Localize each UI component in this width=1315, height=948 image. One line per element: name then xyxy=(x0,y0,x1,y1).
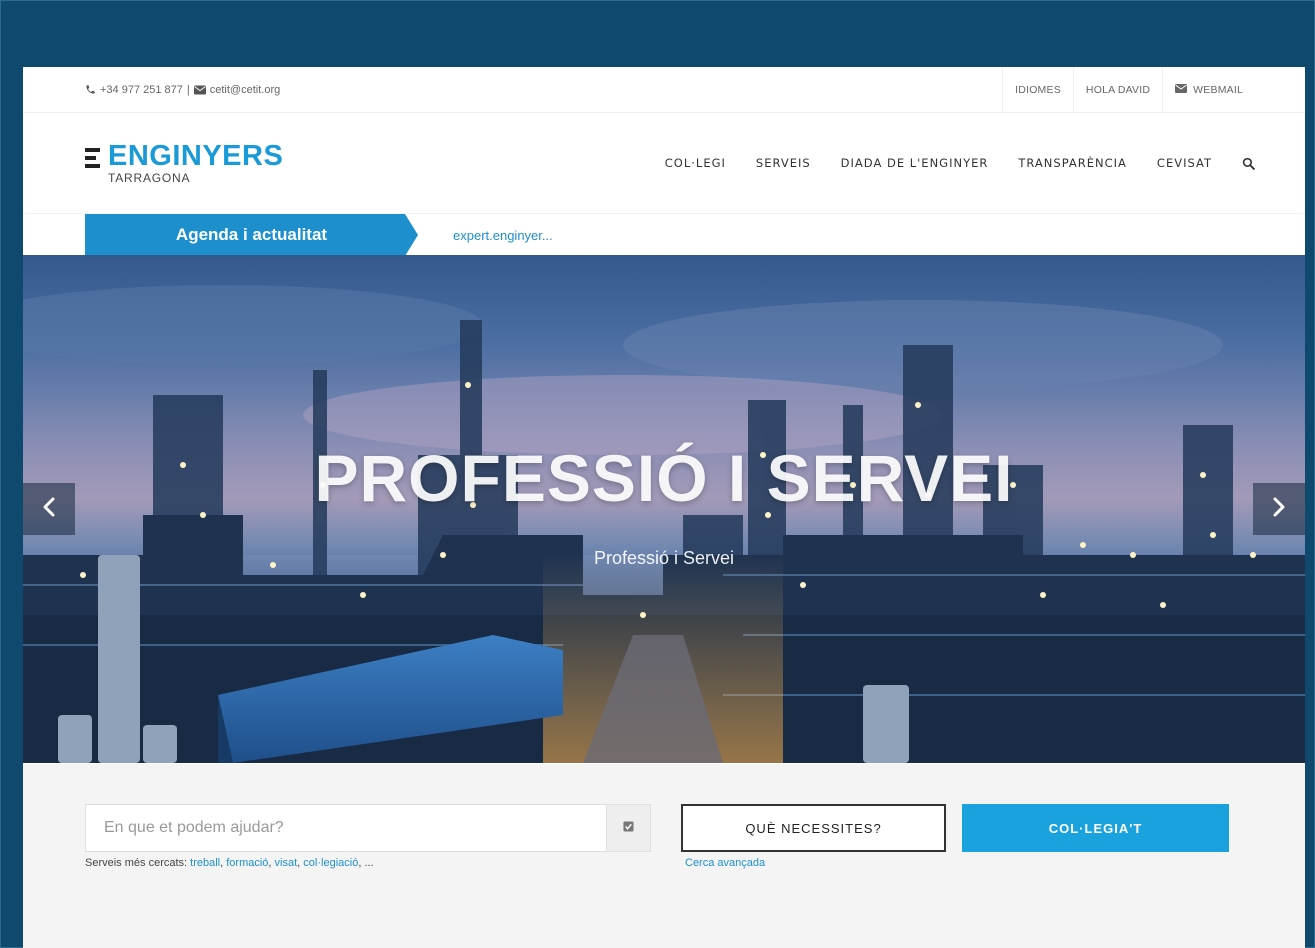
news-ribbon: Agenda i actualitat expert.enginyer... xyxy=(23,213,1305,256)
hero-subtitle: Professió i Servei xyxy=(593,548,735,568)
search-input[interactable] xyxy=(86,805,606,851)
contact-info: +34 977 251 877 | cetit@cetit.org xyxy=(85,84,280,96)
what-do-you-need-button[interactable]: QUÈ NECESSITES? xyxy=(681,804,946,852)
search-icon[interactable] xyxy=(1242,157,1255,170)
main-header: ENGINYERS TARRAGONA COL·LEGI SERVEIS DIA… xyxy=(23,113,1305,213)
nav-item-cevisat[interactable]: CEVISAT xyxy=(1157,156,1212,170)
nav-item-transparencia[interactable]: TRANSPARÈNCIA xyxy=(1018,156,1127,170)
slider-prev-button[interactable] xyxy=(23,483,75,535)
main-nav: COL·LEGI SERVEIS DIADA DE L'ENGINYER TRA… xyxy=(665,156,1255,170)
nav-item-diada[interactable]: DIADA DE L'ENGINYER xyxy=(841,156,989,170)
phone-icon xyxy=(85,84,96,95)
popular-link-formacio[interactable]: formació xyxy=(226,857,268,869)
top-utility-bar: +34 977 251 877 | cetit@cetit.org IDIOME… xyxy=(23,67,1305,113)
webmail-label: WEBMAIL xyxy=(1193,83,1243,96)
advanced-search-link[interactable]: Cerca avançada xyxy=(685,857,765,869)
popular-searches-label: Serveis més cercats: xyxy=(85,857,191,869)
logo-subtitle: TARRAGONA xyxy=(108,171,191,185)
checkbox-icon xyxy=(623,819,634,837)
popular-link-visat[interactable]: visat xyxy=(275,857,298,869)
webpage: +34 977 251 877 | cetit@cetit.org IDIOME… xyxy=(23,67,1305,948)
popular-searches: Serveis més cercats: treball, formació, … xyxy=(85,857,374,869)
popular-link-collegiacio[interactable]: col·legiació xyxy=(303,857,358,869)
site-search xyxy=(85,804,651,852)
join-button[interactable]: COL·LEGIA'T xyxy=(962,804,1229,852)
nav-item-serveis[interactable]: SERVEIS xyxy=(756,156,811,170)
user-greeting-link[interactable]: HOLA DAVID xyxy=(1072,67,1162,113)
popular-link-treball[interactable]: treball xyxy=(190,857,220,869)
search-section: Serveis més cercats: treball, formació, … xyxy=(23,764,1305,948)
hero-title: PROFESSIÓ I SERVEI xyxy=(314,441,1014,515)
utility-links: IDIOMES HOLA DAVID WEBMAIL xyxy=(1002,67,1255,113)
agenda-tab[interactable]: Agenda i actualitat xyxy=(85,214,418,256)
chevron-right-icon xyxy=(1272,497,1286,522)
phone-link[interactable]: +34 977 251 877 xyxy=(100,84,183,96)
news-ticker[interactable]: expert.enginyer... xyxy=(453,214,553,256)
nav-item-collegi[interactable]: COL·LEGI xyxy=(665,156,726,170)
languages-label: IDIOMES xyxy=(1015,83,1061,96)
webmail-link[interactable]: WEBMAIL xyxy=(1162,67,1255,113)
chevron-left-icon xyxy=(42,497,56,522)
logo-text: ENGINYERS TARRAGONA xyxy=(108,141,283,185)
slider-next-button[interactable] xyxy=(1253,483,1305,535)
user-greeting-label: HOLA DAVID xyxy=(1085,83,1151,96)
languages-link[interactable]: IDIOMES xyxy=(1002,67,1073,113)
logo-mark xyxy=(85,141,100,168)
mail-icon xyxy=(1175,83,1188,96)
email-link[interactable]: cetit@cetit.org xyxy=(210,84,280,96)
logo-name: ENGINYERS xyxy=(108,140,284,172)
site-logo[interactable]: ENGINYERS TARRAGONA xyxy=(85,141,283,185)
popular-more: ... xyxy=(364,857,374,869)
envelope-icon xyxy=(193,85,206,95)
contact-separator: | xyxy=(186,83,190,96)
search-option-button[interactable] xyxy=(606,805,650,851)
hero-slider: PROFESSIÓ I SERVEI Professió i Servei xyxy=(23,255,1305,763)
